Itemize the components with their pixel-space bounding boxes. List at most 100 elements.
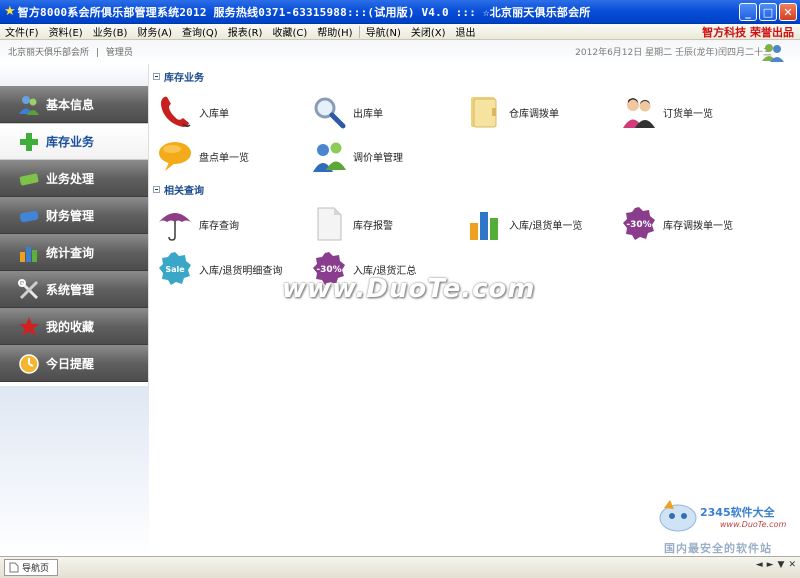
brand-label: 智方科技 荣誉出品 (702, 26, 794, 39)
users-icon (313, 142, 346, 172)
menu-help[interactable]: 帮助(H) (312, 24, 357, 39)
bar-chart-icon (470, 212, 498, 240)
window-title: 智方8000系会所俱乐部管理系统2012 服务热线0371-63315988::… (17, 5, 591, 19)
app-star-icon: ★ (4, 4, 16, 19)
sidebar-item-label: 业务处理 (46, 172, 95, 186)
tile-label: 库存查询 (199, 220, 239, 232)
sidebar-item-business[interactable]: 业务处理 (0, 160, 148, 197)
collapse-icon[interactable] (153, 186, 160, 193)
tile-warehouse-transfer[interactable]: 仓库调拨单 (467, 94, 559, 130)
collapse-icon[interactable] (153, 73, 160, 80)
sidebar-item-label: 基本信息 (46, 98, 95, 112)
tile-label: 盘点单一览 (199, 152, 249, 164)
sidebar-item-label: 库存业务 (46, 135, 95, 149)
sidebar-item-inventory[interactable]: 库存业务 (0, 123, 148, 160)
menu-bar: 文件(F) 资料(E) 业务(B) 财务(A) 查询(Q) 报表(R) 收藏(C… (0, 24, 800, 40)
bar-chart-icon (18, 242, 40, 264)
tile-label: 库存报警 (353, 220, 393, 232)
menu-finance[interactable]: 财务(A) (132, 24, 177, 39)
sidebar-item-reminder[interactable]: 今日提醒 (0, 345, 148, 382)
clock-icon (18, 353, 40, 375)
title-bar[interactable]: ★ 智方8000系会所俱乐部管理系统2012 服务热线0371-63315988… (0, 0, 800, 24)
sidebar-item-favorites[interactable]: 我的收藏 (0, 308, 148, 345)
sidebar-item-label: 系统管理 (46, 283, 95, 297)
scroll-right-icon[interactable]: ► (767, 560, 774, 570)
section-header-queries[interactable]: 相关查询 (153, 182, 204, 197)
sidebar-item-label: 今日提醒 (46, 357, 95, 371)
org-name: 北京丽天俱乐部会所 (8, 48, 90, 58)
sidebar-item-basic-info[interactable]: 基本信息 (0, 86, 148, 123)
logo-url: www.DuoTe.com (720, 520, 787, 529)
tile-label: 入库/退货明细查询 (199, 265, 283, 277)
sidebar-item-label: 统计查询 (46, 246, 95, 260)
wallet-icon (18, 205, 40, 227)
tools-icon (18, 278, 40, 301)
sale-badge-icon: Sale (159, 252, 191, 285)
org-info: 北京丽天俱乐部会所 | 管理员 (8, 45, 133, 58)
tile-stock-alert[interactable]: 库存报警 (311, 206, 393, 242)
menu-query[interactable]: 查询(Q) (177, 24, 223, 39)
tile-stock-transfer-list[interactable]: -30% 库存调拨单一览 (621, 206, 733, 242)
tile-stock-in[interactable]: 入库单 (157, 94, 229, 130)
status-bar: 导航页 ◄ ► ▼ ✕ (0, 556, 800, 578)
sidebar-background (0, 386, 149, 556)
phone-icon (161, 96, 191, 128)
tile-order-list[interactable]: 订货单一览 (621, 94, 713, 130)
close-button[interactable]: ✕ (779, 3, 797, 21)
tile-label: 入库单 (199, 108, 229, 120)
speech-bubble-icon (159, 142, 191, 171)
sidebar-item-finance[interactable]: 财务管理 (0, 197, 148, 234)
menu-file[interactable]: 文件(F) (0, 24, 44, 39)
tile-label: 库存调拨单一览 (663, 220, 733, 232)
users-icon[interactable] (760, 42, 786, 62)
people-icon (623, 98, 655, 128)
menu-separator (358, 25, 360, 38)
tile-label: 入库/退货单一览 (509, 220, 583, 232)
logo-2345: 2345软件大全 www.DuoTe.com 国内最安全的软件站 (658, 498, 798, 556)
tile-inventory-check[interactable]: 盘点单一览 (157, 138, 249, 174)
tile-inbound-return-detail[interactable]: Sale 入库/退货明细查询 (157, 251, 282, 287)
tile-label: 出库单 (353, 108, 383, 120)
menu-data[interactable]: 资料(E) (44, 24, 88, 39)
menu-exit[interactable]: 退出 (451, 24, 481, 39)
plus-icon (18, 131, 40, 153)
sidebar-item-system[interactable]: 系统管理 (0, 271, 148, 308)
main-panel: 库存业务 入库单 出库单 仓库调拨单 订货单一览 盘点单一览 调价单管理 相关查… (149, 64, 800, 556)
section-header-inventory[interactable]: 库存业务 (153, 69, 204, 84)
sidebar-item-label: 我的收藏 (46, 320, 95, 334)
menu-navigate[interactable]: 导航(N) (361, 24, 406, 39)
sidebar-item-statistics[interactable]: 统计查询 (0, 234, 148, 271)
sidebar-item-label: 财务管理 (46, 209, 95, 223)
minimize-button[interactable]: _ (739, 3, 757, 21)
folder-icon (471, 97, 497, 128)
header-separator: | (95, 48, 99, 58)
discount-badge-text: -30% (626, 220, 651, 230)
menu-close[interactable]: 关闭(X) (406, 24, 451, 39)
page-icon (9, 562, 19, 573)
scroll-left-icon[interactable]: ◄ (756, 560, 763, 570)
card-icon (18, 168, 40, 190)
section-title: 相关查询 (164, 186, 204, 197)
maximize-button[interactable]: □ (759, 3, 777, 21)
menu-report[interactable]: 报表(R) (223, 24, 268, 39)
menu-favorites[interactable]: 收藏(C) (267, 24, 312, 39)
star-icon (18, 316, 40, 338)
tile-label: 调价单管理 (353, 152, 403, 164)
tile-inbound-return-list[interactable]: 入库/退货单一览 (467, 206, 582, 242)
tile-stock-out[interactable]: 出库单 (311, 94, 383, 130)
logo-slogan: 国内最安全的软件站 (664, 542, 772, 555)
magnifier-icon (314, 97, 346, 129)
sidebar: 基本信息 库存业务 业务处理 财务管理 统计查询 系统管理 我的收藏 今日提醒 (0, 64, 149, 556)
tab-navigation-page[interactable]: 导航页 (4, 559, 59, 576)
close-tab-icon[interactable]: ✕ (788, 560, 796, 570)
header-strip: 北京丽天俱乐部会所 | 管理员 2012年6月12日 星期二 壬辰(龙年)闰四月… (0, 40, 800, 64)
tile-label: 订货单一览 (663, 108, 713, 120)
tile-price-adjust[interactable]: 调价单管理 (311, 138, 403, 174)
tile-stock-query[interactable]: 库存查询 (157, 206, 239, 242)
tab-list-icon[interactable]: ▼ (778, 560, 785, 570)
mascot-icon (659, 500, 697, 532)
sale-badge-text: Sale (165, 265, 185, 274)
menu-business[interactable]: 业务(B) (88, 24, 133, 39)
current-date: 2012年6月12日 星期二 壬辰(龙年)闰四月二十三 (575, 48, 772, 58)
umbrella-icon (159, 213, 191, 241)
